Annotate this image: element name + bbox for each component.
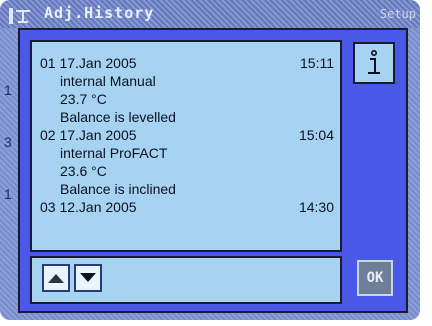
- background-mark: 1: [4, 82, 12, 98]
- navigation-bar: [30, 256, 342, 304]
- entry-status: Balance is levelled: [60, 109, 176, 125]
- entry-date: 17.Jan 2005: [59, 127, 137, 143]
- scroll-up-button[interactable]: [42, 264, 70, 292]
- entry-date: 17.Jan 2005: [59, 55, 137, 71]
- terminal-screen: Adj.History Setup 1 3 1 01 17.Jan 2005 1…: [0, 0, 420, 320]
- scroll-down-button[interactable]: [74, 264, 102, 292]
- entry-type: internal Manual: [60, 73, 156, 89]
- page-title: Adj.History: [44, 4, 155, 22]
- arrow-up-icon: [48, 274, 64, 283]
- entry-time: 14:30: [298, 199, 334, 215]
- entry-index: 01: [40, 55, 56, 71]
- background-mark: 1: [4, 186, 12, 202]
- setup-tab[interactable]: Setup: [380, 7, 416, 21]
- history-list: 01 17.Jan 2005 15:11 internal Manual 23.…: [30, 40, 342, 252]
- balance-icon: [8, 6, 38, 26]
- background-mark: 3: [4, 134, 12, 150]
- arrow-down-icon: [80, 273, 96, 282]
- entry-date: 12.Jan 2005: [59, 199, 137, 215]
- info-icon: [368, 50, 380, 74]
- entry-temperature: 23.6 °C: [60, 163, 107, 179]
- entry-temperature: 23.7 °C: [60, 91, 107, 107]
- info-button[interactable]: [353, 42, 395, 84]
- entry-time: 15:11: [300, 55, 334, 71]
- list-item: 02 17.Jan 2005 15:04 internal ProFACT 23…: [40, 126, 334, 198]
- title-bar: Adj.History Setup: [0, 0, 420, 28]
- entry-index: 03: [40, 199, 56, 215]
- entry-time: 15:04: [298, 127, 334, 143]
- entry-status: Balance is inclined: [60, 181, 176, 197]
- ok-button[interactable]: OK: [357, 260, 393, 296]
- list-item: 01 17.Jan 2005 15:11 internal Manual 23.…: [40, 54, 334, 126]
- list-item: 03 12.Jan 2005 14:30: [40, 198, 334, 216]
- entry-index: 02: [40, 127, 56, 143]
- entry-type: internal ProFACT: [60, 145, 168, 161]
- adjustment-history-dialog: 01 17.Jan 2005 15:11 internal Manual 23.…: [18, 28, 408, 313]
